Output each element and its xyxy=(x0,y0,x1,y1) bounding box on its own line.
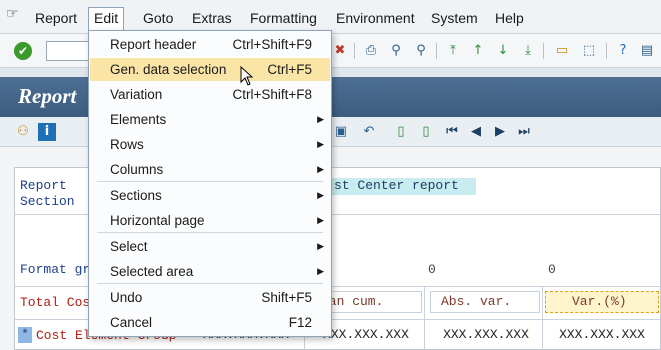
column-divider xyxy=(542,286,543,350)
menu-item-select[interactable]: Select ▶ xyxy=(90,235,330,258)
column-divider xyxy=(424,286,425,350)
menu-item-sections[interactable]: Sections ▶ xyxy=(90,184,330,207)
section-label: Section xyxy=(20,194,75,209)
column-header-abs-var[interactable]: Abs. var. xyxy=(430,291,540,313)
print-icon[interactable]: ⎙ xyxy=(362,42,380,60)
data-cell[interactable]: XXX.XXX.XXX xyxy=(545,325,659,347)
menu-item-report-header[interactable]: Report header Ctrl+Shift+F9 xyxy=(90,33,330,56)
format-group-label: Format gr xyxy=(20,262,91,277)
total-costs-label: Total Cos xyxy=(20,295,91,310)
shortcut-icon[interactable]: ⬚ xyxy=(580,42,598,60)
menu-bar: ☞ Report Edit Goto Extras Formatting Env… xyxy=(0,0,661,34)
menu-item-elements[interactable]: Elements ▶ xyxy=(90,108,330,131)
undo-icon[interactable]: ↶ xyxy=(360,123,378,141)
menu-separator xyxy=(97,232,323,233)
menu-separator xyxy=(97,181,323,182)
format-value: 0 xyxy=(548,262,556,277)
toolbar-separator xyxy=(436,43,437,59)
menu-item-columns[interactable]: Columns ▶ xyxy=(90,158,330,181)
next-page-icon[interactable]: ↓ xyxy=(494,42,512,60)
hierarchy-icon[interactable]: ⚇ xyxy=(14,123,32,141)
system-menu-icon[interactable]: ☞ xyxy=(6,6,24,24)
menu-report[interactable]: Report xyxy=(30,8,82,28)
insert-icon[interactable]: ▯ xyxy=(392,123,410,141)
cancel-icon[interactable]: ✖ xyxy=(331,42,349,60)
mouse-cursor-icon xyxy=(240,66,254,86)
previous-icon[interactable]: ◀ xyxy=(467,123,485,141)
toolbar-separator xyxy=(543,43,544,59)
append-icon[interactable]: ▯ xyxy=(417,123,435,141)
toolbar-separator xyxy=(606,43,607,59)
menu-help[interactable]: Help xyxy=(490,8,529,28)
column-header-var-pct[interactable]: Var.(%) xyxy=(545,291,659,313)
submenu-arrow-icon: ▶ xyxy=(317,139,324,149)
submenu-arrow-icon: ▶ xyxy=(317,215,324,225)
edit-menu-dropdown: Report header Ctrl+Shift+F9 Gen. data se… xyxy=(88,30,332,337)
format-value: 0 xyxy=(428,262,436,277)
menu-goto[interactable]: Goto xyxy=(138,8,178,28)
find-icon[interactable]: ⚲ xyxy=(387,42,405,60)
create-session-icon[interactable]: ▭ xyxy=(553,42,571,60)
submenu-arrow-icon: ▶ xyxy=(317,114,324,124)
last-page-icon[interactable]: ⤓ xyxy=(519,42,537,60)
menu-item-cancel[interactable]: Cancel F12 xyxy=(90,311,330,334)
previous-page-icon[interactable]: ↑ xyxy=(469,42,487,60)
layout-menu-icon[interactable]: ▤ xyxy=(638,42,656,60)
last-icon[interactable]: ⏭ xyxy=(515,123,533,141)
menu-environment[interactable]: Environment xyxy=(331,8,420,28)
menu-separator xyxy=(97,283,323,284)
first-page-icon[interactable]: ⤒ xyxy=(444,42,462,60)
data-cell[interactable]: XXX.XXX.XXX xyxy=(430,325,542,347)
menu-item-gen-data-selection[interactable]: Gen. data selection Ctrl+F5 xyxy=(90,58,330,81)
menu-formatting[interactable]: Formatting xyxy=(245,8,322,28)
submenu-arrow-icon: ▶ xyxy=(317,241,324,251)
next-icon[interactable]: ▶ xyxy=(491,123,509,141)
menu-extras[interactable]: Extras xyxy=(187,8,237,28)
info-icon[interactable]: i xyxy=(38,123,56,141)
submenu-arrow-icon: ▶ xyxy=(317,190,324,200)
report-name: st Center report xyxy=(334,178,459,193)
menu-item-horizontal-page[interactable]: Horizontal page ▶ xyxy=(90,209,330,232)
toolbar-separator xyxy=(354,43,355,59)
menu-edit[interactable]: Edit xyxy=(88,7,125,31)
page-title: Report xyxy=(18,84,77,108)
menu-item-selected-area[interactable]: Selected area ▶ xyxy=(90,260,330,283)
report-label: Report xyxy=(20,178,67,193)
submenu-arrow-icon: ▶ xyxy=(317,266,324,276)
first-icon[interactable]: ⏮ xyxy=(443,123,461,141)
menu-system[interactable]: System xyxy=(426,8,483,28)
row-marker[interactable]: * xyxy=(18,327,32,343)
find-next-icon[interactable]: ⚲ xyxy=(412,42,430,60)
menu-item-undo[interactable]: Undo Shift+F5 xyxy=(90,286,330,309)
submenu-arrow-icon: ▶ xyxy=(317,164,324,174)
copy-icon[interactable]: ▣ xyxy=(332,123,350,141)
menu-item-rows[interactable]: Rows ▶ xyxy=(90,133,330,156)
menu-item-variation[interactable]: Variation Ctrl+Shift+F8 xyxy=(90,83,330,106)
help-icon[interactable]: ? xyxy=(614,42,632,60)
enter-check-icon[interactable]: ✔ xyxy=(14,42,32,60)
